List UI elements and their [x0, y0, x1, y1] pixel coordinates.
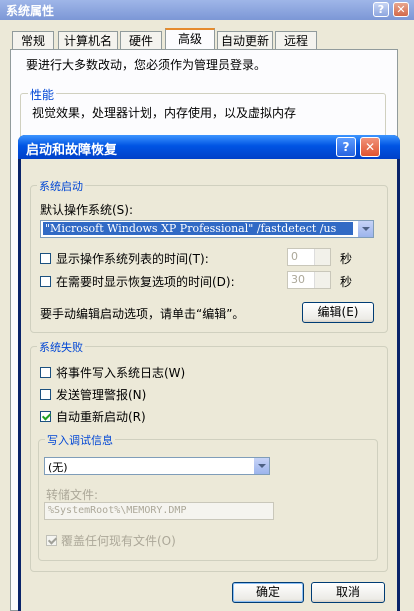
seconds-unit: 秒 — [340, 275, 353, 289]
show-recovery-label: 在需要时显示恢复选项的时间(D): — [56, 275, 235, 289]
dump-file-label: 转储文件: — [46, 488, 99, 502]
default-os-label: 默认操作系统(S): — [40, 203, 134, 217]
auto-restart-label: 自动重新启动(R) — [56, 410, 146, 424]
chevron-down-icon[interactable] — [357, 221, 373, 237]
show-os-list-label: 显示操作系统列表的时间(T): — [56, 252, 209, 266]
overwrite-label: 覆盖任何现有文件(O) — [61, 534, 176, 548]
tab-computer-name[interactable]: 计算机名 — [58, 31, 118, 49]
auto-restart-checkbox[interactable] — [40, 411, 51, 422]
show-os-list-seconds-input[interactable]: 0 — [287, 248, 331, 266]
debug-info-select[interactable]: (无) — [44, 457, 270, 475]
write-event-log-checkbox[interactable] — [40, 367, 51, 378]
system-startup-legend: 系统启动 — [37, 178, 85, 194]
performance-description: 视觉效果，处理器计划，内存使用，以及虚拟内存 — [32, 106, 297, 120]
edit-button[interactable]: 编辑(E) — [302, 302, 374, 323]
default-os-select[interactable]: "Microsoft Windows XP Professional" /fas… — [40, 220, 374, 238]
tab-advanced[interactable]: 高级 — [165, 28, 215, 50]
show-os-list-checkbox[interactable] — [40, 253, 51, 264]
close-icon[interactable]: ✕ — [360, 137, 380, 157]
tab-hardware[interactable]: 硬件 — [120, 31, 162, 49]
dialog-title-bar: 启动和故障恢复 ? ✕ — [18, 135, 400, 159]
ok-button[interactable]: 确定 — [232, 582, 304, 603]
cancel-button[interactable]: 取消 — [311, 582, 385, 603]
dump-file-input[interactable]: %SystemRoot%\MEMORY.DMP — [44, 502, 274, 520]
chevron-down-icon[interactable] — [253, 458, 269, 474]
close-icon[interactable]: ✕ — [393, 2, 409, 17]
system-properties-title: 系统属性 — [6, 4, 55, 18]
overwrite-checkbox[interactable] — [46, 535, 57, 546]
system-properties-title-bar: 系统属性 ? ✕ — [0, 0, 414, 20]
debug-info-legend: 写入调试信息 — [45, 432, 115, 448]
spinner-arrows-icon[interactable] — [314, 272, 330, 288]
system-failure-legend: 系统失败 — [37, 339, 85, 355]
spinner-arrows-icon[interactable] — [314, 249, 330, 265]
edit-hint: 要手动编辑启动选项，请单击“编辑”。 — [40, 307, 245, 321]
dialog-title: 启动和故障恢复 — [26, 143, 118, 158]
send-alert-checkbox[interactable] — [40, 389, 51, 400]
tab-remote[interactable]: 远程 — [275, 31, 317, 49]
default-os-value: "Microsoft Windows XP Professional" /fas… — [43, 222, 353, 235]
tab-general[interactable]: 常规 — [12, 31, 54, 49]
show-recovery-checkbox[interactable] — [40, 276, 51, 287]
tab-automatic-updates[interactable]: 自动更新 — [217, 31, 273, 49]
send-alert-label: 发送管理警报(N) — [56, 388, 147, 402]
write-event-log-label: 将事件写入系统日志(W) — [56, 366, 186, 380]
performance-legend: 性能 — [28, 86, 57, 103]
seconds-unit: 秒 — [340, 252, 353, 266]
show-recovery-seconds-input[interactable]: 30 — [287, 271, 331, 289]
admin-notice: 要进行大多数改动，您必须作为管理员登录。 — [26, 58, 267, 72]
help-icon[interactable]: ? — [373, 2, 389, 17]
help-icon[interactable]: ? — [336, 137, 356, 157]
